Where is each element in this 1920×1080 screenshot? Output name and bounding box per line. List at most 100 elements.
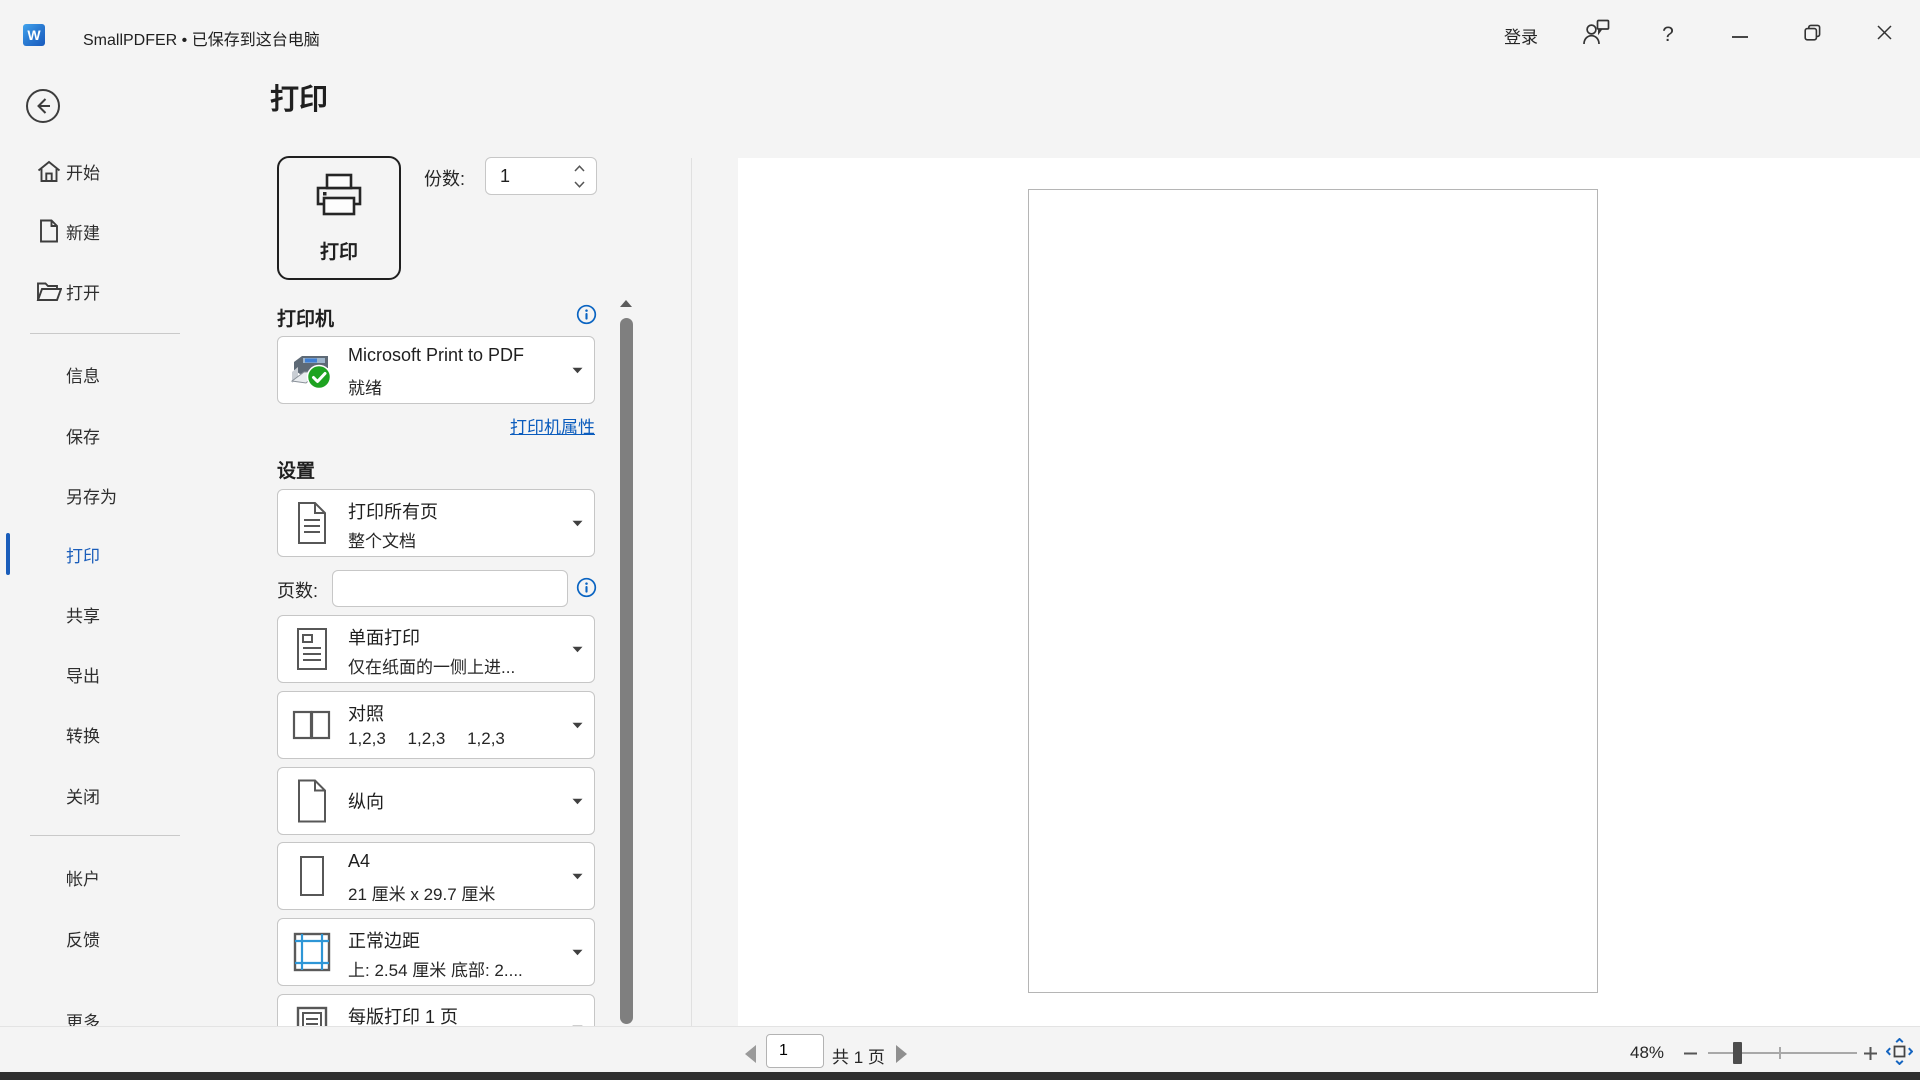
margins-dropdown[interactable]: 正常边距 上: 2.54 厘米 底部: 2.... [277,918,595,986]
sidebar-item-label: 信息 [66,362,100,387]
sidebar-item-new[interactable]: 新建 [0,209,215,253]
minimize-icon [1732,26,1748,44]
sidebar-item-share[interactable]: 共享 [0,592,215,636]
sidebar-divider [30,835,180,836]
preview-page [1028,189,1598,993]
paper-size-dropdown[interactable]: A4 21 厘米 x 29.7 厘米 [277,842,595,910]
fit-to-page-button[interactable] [1886,1040,1913,1067]
dropdown-title: 正常边距 [348,927,420,953]
zoom-in-button[interactable] [1858,1040,1882,1066]
back-button[interactable] [24,87,62,125]
current-page-input[interactable] [766,1034,824,1068]
portrait-orientation-icon [288,778,336,824]
printer-name: Microsoft Print to PDF [348,345,524,366]
copies-input[interactable] [498,162,562,190]
home-icon [36,160,62,183]
stepper-up-icon[interactable] [570,161,588,175]
sidebar-item-label: 另存为 [66,483,117,508]
sidebar-item-print[interactable]: 打印 [0,532,215,576]
dropdown-title: A4 [348,851,370,872]
stepper-down-icon[interactable] [570,177,588,191]
pages-info-icon[interactable] [576,577,597,598]
sign-in-button[interactable]: 登录 [1498,13,1544,57]
sidebar-item-save[interactable]: 保存 [0,413,215,457]
printer-status: 就绪 [348,374,382,399]
dropdown-title: 对照 [348,700,384,726]
copies-stepper[interactable] [485,157,597,195]
next-page-button[interactable] [894,1043,910,1065]
sidebar-item-label: 打开 [66,279,100,304]
print-range-dropdown[interactable]: 打印所有页 整个文档 [277,489,595,557]
sidebar-item-label: 保存 [66,423,100,448]
dropdown-title: 纵向 [348,788,384,814]
sidebar-item-label: 转换 [66,722,100,747]
feedback-button[interactable] [1574,13,1618,57]
previous-page-button[interactable] [742,1043,758,1065]
sidebar-item-label: 导出 [66,662,100,687]
window-title: SmallPDFER • 已保存到这台电脑 [83,26,320,50]
page-count-label: 共 1 页 [832,1043,885,1068]
sidebar-item-feedback[interactable]: 反馈 [0,916,215,960]
sidebar-item-open[interactable]: 打开 [0,269,215,313]
sidebar-item-home[interactable]: 开始 [0,149,215,193]
restore-button[interactable] [1790,13,1834,57]
chevron-down-icon [572,361,583,379]
print-sides-dropdown[interactable]: 单面打印 仅在纸面的一侧上进... [277,615,595,683]
dropdown-subtitle: 仅在纸面的一侧上进... [348,653,515,678]
sidebar-item-label: 共享 [66,602,100,627]
printer-icon [310,172,368,229]
chevron-down-icon [572,867,583,885]
help-button[interactable]: ? [1646,13,1690,57]
settings-section-heading: 设置 [277,456,315,483]
sidebar-item-label: 帐户 [66,865,100,890]
pdf-printer-icon [288,348,336,392]
help-icon: ? [1662,23,1674,47]
sidebar-item-save-as[interactable]: 另存为 [0,473,215,517]
screen-bottom-edge [0,1072,1920,1080]
collation-dropdown[interactable]: 对照 1,2,3 1,2,3 1,2,3 [277,691,595,759]
printer-selector-dropdown[interactable]: Microsoft Print to PDF 就绪 [277,336,595,404]
collated-pages-icon [288,708,336,742]
sidebar-item-close-doc[interactable]: 关闭 [0,773,215,817]
dropdown-subtitle: 21 厘米 x 29.7 厘米 [348,880,495,905]
orientation-dropdown[interactable]: 纵向 [277,767,595,835]
zoom-slider-center-tick [1779,1047,1781,1059]
close-button[interactable] [1862,13,1906,57]
printer-properties-link[interactable]: 打印机属性 [277,413,595,438]
restore-icon [1804,24,1821,46]
chevron-down-icon [572,943,583,961]
sidebar-item-account[interactable]: 帐户 [0,855,215,899]
close-icon [1877,25,1892,45]
sidebar-item-label: 新建 [66,219,100,244]
new-document-icon [36,219,62,243]
dropdown-title: 打印所有页 [348,498,438,524]
dropdown-subtitle: 1,2,3 1,2,3 1,2,3 [348,729,505,749]
zoom-out-button[interactable] [1678,1040,1702,1066]
open-folder-icon [36,281,62,302]
print-all-pages-icon [288,500,336,546]
sidebar-item-label: 关闭 [66,783,100,808]
printer-info-icon[interactable] [576,304,597,325]
print-button[interactable]: 打印 [277,156,401,280]
sidebar-item-label: 开始 [66,159,100,184]
copies-label: 份数: [424,165,465,191]
sidebar-divider [30,333,180,334]
print-button-label: 打印 [320,237,358,264]
dropdown-subtitle: 整个文档 [348,527,416,552]
paper-size-icon [288,854,336,898]
pages-input[interactable] [332,570,568,607]
sidebar-item-info[interactable]: 信息 [0,352,215,396]
zoom-slider-track[interactable] [1708,1052,1857,1054]
chevron-down-icon [572,792,583,810]
minimize-button[interactable] [1718,13,1762,57]
sidebar-item-transform[interactable]: 转换 [0,712,215,756]
zoom-slider-thumb[interactable] [1733,1042,1742,1064]
scrollbar-up-arrow[interactable] [615,294,637,312]
one-sided-print-icon [288,626,336,672]
sidebar-item-export[interactable]: 导出 [0,652,215,696]
scrollbar-thumb[interactable] [620,318,633,1024]
sidebar-item-label: 打印 [66,542,100,567]
zoom-percentage[interactable]: 48% [1630,1043,1664,1063]
word-print-backstage: W SmallPDFER • 已保存到这台电脑 登录 ? [0,0,1920,1080]
sidebar-item-label: 反馈 [66,926,100,951]
